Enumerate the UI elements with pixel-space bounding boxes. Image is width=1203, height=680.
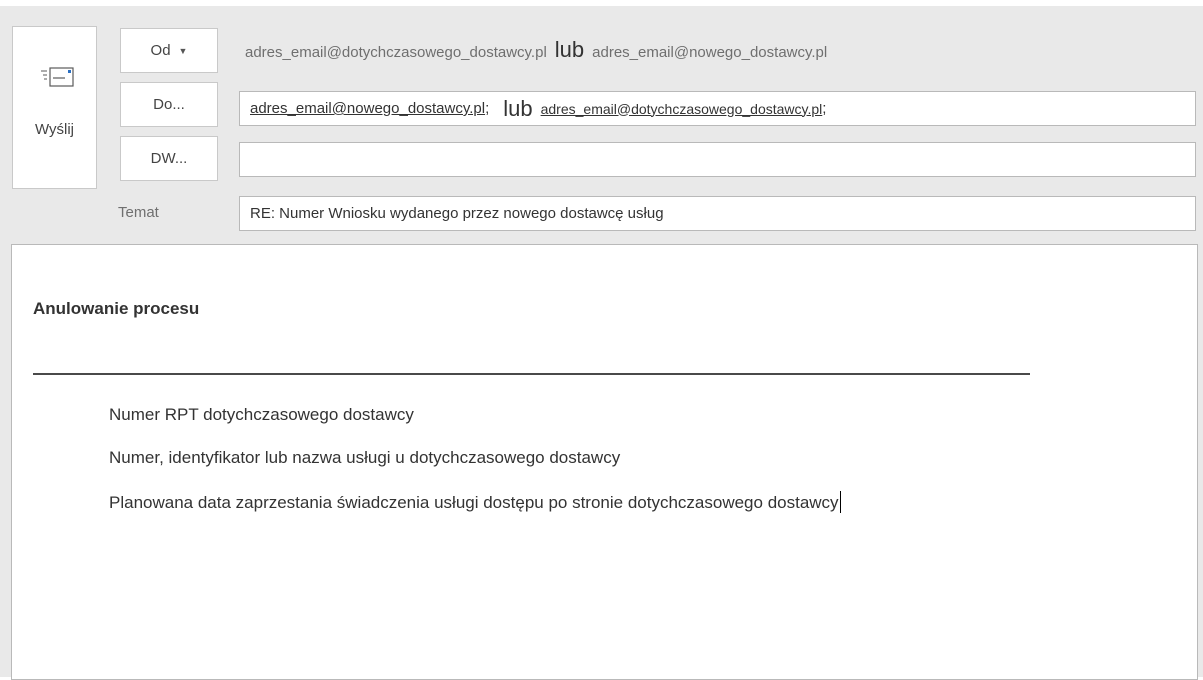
body-line-service-id: Numer, identyfikator lub nazwa usługi u …	[109, 448, 621, 467]
to-recipient-1[interactable]: adres_email@nowego_dostawcy.pl	[250, 100, 485, 117]
to-button[interactable]: Do...	[120, 82, 218, 127]
body-line-planned-date: Planowana data zaprzestania świadczenia …	[109, 491, 841, 513]
to-separator: lub	[503, 95, 533, 121]
send-button[interactable]: Wyślij	[12, 26, 97, 189]
body-heading: Anulowanie procesu	[33, 299, 200, 318]
subject-field[interactable]: RE: Numer Wniosku wydanego przez nowego …	[239, 196, 1196, 231]
body-line-planned-date-text: Planowana data zaprzestania świadczenia …	[109, 493, 839, 512]
cc-button[interactable]: DW...	[120, 136, 218, 181]
to-delimiter-2: ;	[822, 100, 827, 117]
from-addresses: adres_email@dotychczasowego_dostawcy.pl …	[245, 37, 828, 62]
body-divider	[33, 373, 1030, 375]
from-address-1: adres_email@dotychczasowego_dostawcy.pl	[245, 44, 547, 61]
to-button-label: Do...	[153, 96, 185, 113]
cc-button-label: DW...	[150, 150, 188, 167]
envelope-send-icon	[41, 67, 74, 87]
from-button[interactable]: Od ▼	[120, 28, 218, 73]
to-delimiter-1: ;	[485, 100, 490, 117]
message-body[interactable]: Anulowanie procesu Numer RPT dotychczaso…	[11, 244, 1198, 680]
subject-label: Temat	[118, 204, 159, 221]
from-button-label: Od	[150, 42, 171, 59]
from-separator: lub	[554, 37, 585, 62]
email-compose-window: Wyślij Od ▼ Do... DW... adres_email@doty…	[0, 0, 1203, 680]
to-recipient-2[interactable]: adres_email@dotychczasowego_dostawcy.pl	[541, 101, 823, 117]
text-cursor	[839, 491, 841, 513]
body-line-rpt: Numer RPT dotychczasowego dostawcy	[109, 405, 414, 424]
cc-field[interactable]	[239, 142, 1196, 177]
subject-value: RE: Numer Wniosku wydanego przez nowego …	[250, 205, 664, 222]
chevron-down-icon: ▼	[178, 45, 188, 56]
to-field[interactable]: adres_email@nowego_dostawcy.pl ; lub adr…	[239, 91, 1196, 126]
send-button-label: Wyślij	[34, 121, 75, 138]
from-address-2: adres_email@nowego_dostawcy.pl	[592, 44, 828, 61]
